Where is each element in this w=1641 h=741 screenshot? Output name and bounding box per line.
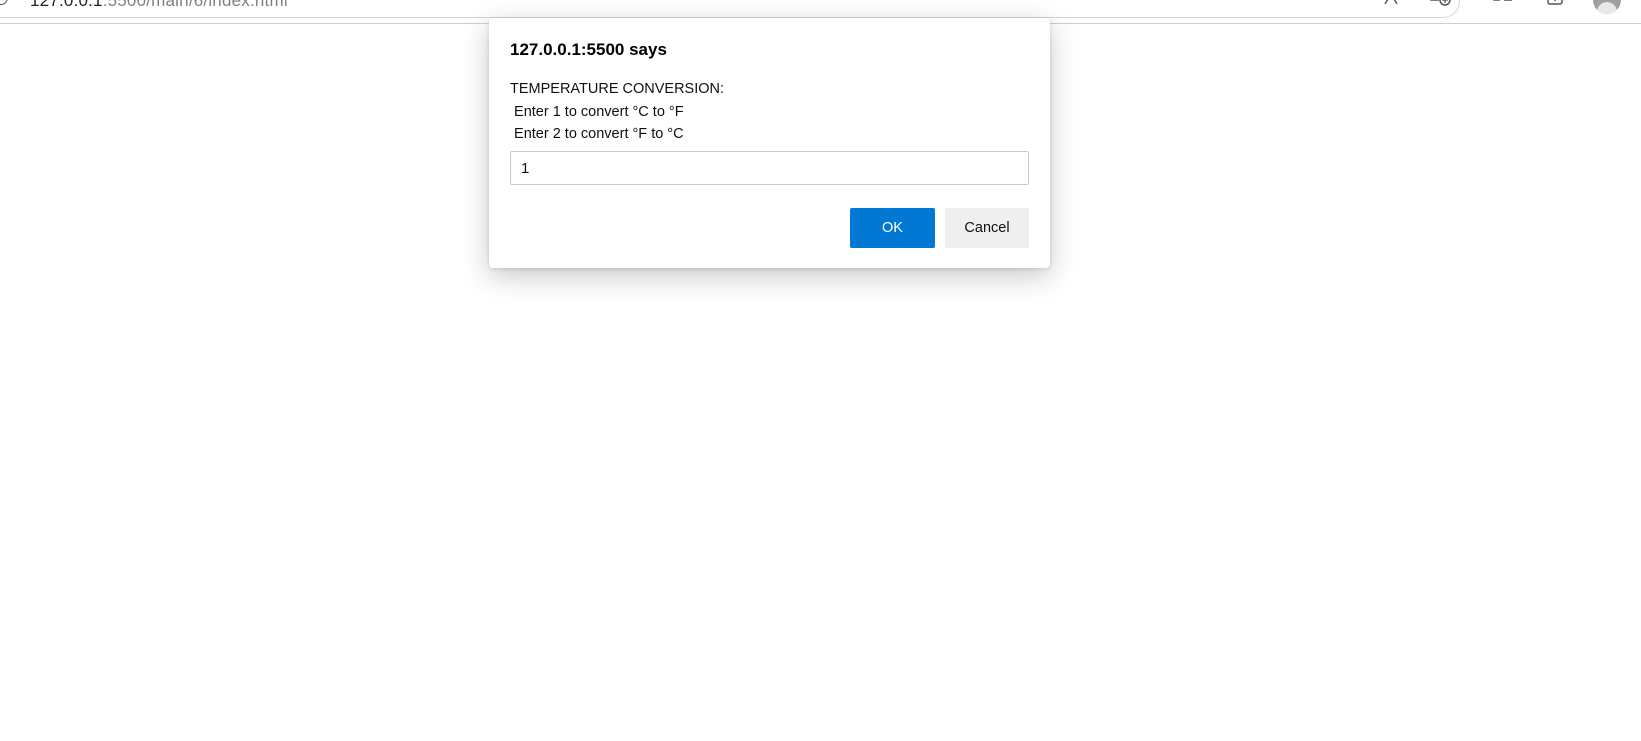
- collections-icon[interactable]: [1546, 0, 1566, 8]
- url-path: :5500/main/6/index.html: [102, 0, 288, 10]
- url-host: 127.0.0.1: [30, 0, 103, 10]
- avatar-body-shape: [1597, 2, 1617, 14]
- profile-avatar[interactable]: [1593, 0, 1621, 14]
- add-favorite-icon[interactable]: [1429, 0, 1451, 8]
- dialog-message: TEMPERATURE CONVERSION: Enter 1 to conve…: [510, 81, 725, 142]
- read-aloud-icon[interactable]: [1382, 0, 1400, 4]
- prompt-dialog: 127.0.0.1:5500 says TEMPERATURE CONVERSI…: [489, 18, 1050, 268]
- url-text[interactable]: 127.0.0.1:5500/main/6/index.html: [30, 0, 288, 10]
- prompt-input[interactable]: [510, 151, 1029, 185]
- ok-button[interactable]: OK: [850, 208, 935, 248]
- dialog-title: 127.0.0.1:5500 says: [510, 40, 667, 59]
- cancel-button[interactable]: Cancel: [945, 208, 1029, 248]
- favorites-icon[interactable]: [1492, 0, 1514, 6]
